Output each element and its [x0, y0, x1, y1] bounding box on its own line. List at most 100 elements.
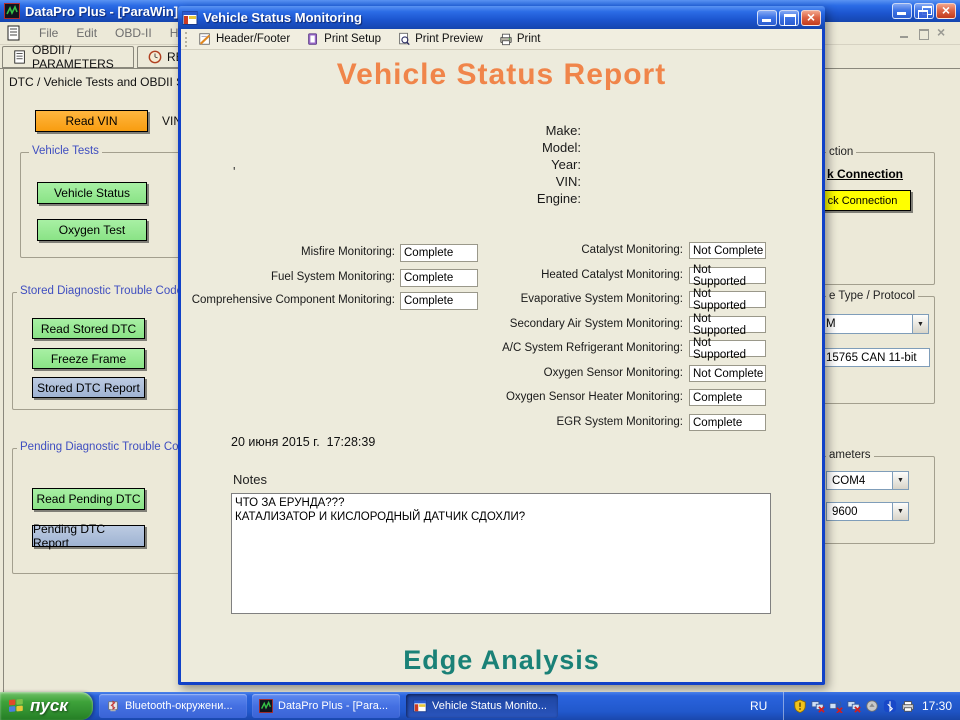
chevron-down-icon[interactable]: ▼	[892, 503, 908, 520]
connection-group-title: ction	[826, 146, 857, 158]
bluetooth-places-icon	[108, 700, 118, 712]
main-close-button[interactable]	[936, 2, 956, 19]
notes-textarea[interactable]: ЧТО ЗА ЕРУНДА??? КАТАЛИЗАТОР И КИСЛОРОДН…	[231, 493, 771, 614]
monitor-row: Heated Catalyst Monitoring: Not Supporte…	[181, 264, 828, 288]
monitor-label: Evaporative System Monitoring:	[520, 293, 683, 305]
vehicle-status-button[interactable]: Vehicle Status	[37, 182, 147, 204]
make-label: Make:	[545, 123, 581, 138]
security-shield-icon[interactable]	[792, 698, 808, 714]
menu-obd2[interactable]: OBD-II	[106, 24, 161, 42]
monitor-value-field[interactable]: Not Supported	[689, 313, 766, 337]
print-preview-icon	[399, 32, 410, 46]
start-label: пуск	[30, 696, 68, 715]
main-window-title: DataPro Plus - [ParaWin]	[25, 3, 179, 19]
chevron-down-icon[interactable]: ▼	[912, 315, 928, 333]
stored-dtc-group-title: Stored Diagnostic Trouble Codes (	[17, 285, 199, 297]
tab-label: OBDII / PARAMETERS	[32, 43, 114, 71]
notes-label: Notes	[233, 472, 267, 487]
dialog-minimize-button[interactable]	[757, 9, 777, 26]
monitor-label: A/C System Refrigerant Monitoring:	[502, 342, 683, 354]
main-restore-button[interactable]	[914, 3, 934, 19]
wireless-disconnected-icon[interactable]	[828, 698, 844, 714]
monitor-label: Heated Catalyst Monitoring:	[541, 269, 683, 281]
print-label: Print	[516, 33, 541, 45]
monitor-value-field[interactable]: Not Supported	[689, 288, 766, 312]
network-disconnected-icon-2[interactable]	[846, 698, 862, 714]
com-port-select[interactable]: COM4 ▼	[826, 471, 909, 490]
removable-device-icon[interactable]	[864, 698, 880, 714]
menu-file[interactable]: File	[30, 24, 67, 42]
baud-rate-value: 9600	[832, 505, 858, 518]
monitor-value-field[interactable]: Complete	[689, 389, 766, 406]
year-label: Year:	[551, 156, 581, 172]
toolbar-drag-handle[interactable]	[185, 31, 188, 47]
oxygen-test-button[interactable]: Oxygen Test	[37, 219, 147, 241]
monitor-value-field[interactable]: Complete	[689, 414, 766, 431]
app-icon	[4, 3, 20, 19]
mdi-minimize-button[interactable]	[899, 29, 910, 38]
tab-obdii-parameters[interactable]: OBDII / PARAMETERS	[2, 43, 134, 71]
report-timestamp: 20 июня 2015 г. 17:28:39	[231, 435, 376, 449]
connection-link[interactable]: k Connection	[827, 167, 903, 181]
taskbar-item-vehicle-status[interactable]: Vehicle Status Monito...	[406, 694, 558, 718]
start-button[interactable]: пуск	[0, 692, 93, 720]
printer-tray-icon[interactable]	[900, 698, 916, 714]
baud-rate-select[interactable]: 9600 ▼	[826, 502, 909, 521]
params-group-title: ameters	[826, 449, 874, 461]
stray-mark: '	[233, 164, 236, 179]
monitor-row: Secondary Air System Monitoring: Not Sup…	[181, 313, 828, 337]
protocol-field[interactable]: 15765 CAN 11-bit	[820, 348, 930, 367]
dialog-titlebar: Vehicle Status Monitoring	[178, 6, 825, 29]
dialog-maximize-button[interactable]	[779, 9, 799, 26]
stored-dtc-report-button[interactable]: Stored DTC Report	[32, 377, 145, 398]
language-indicator[interactable]: RU	[750, 692, 767, 720]
mdi-close-button[interactable]	[937, 24, 948, 40]
read-stored-dtc-button[interactable]: Read Stored DTC	[32, 318, 145, 339]
vehicle-tests-group-title: Vehicle Tests	[29, 145, 102, 157]
protocol-select[interactable]: M ▼	[820, 314, 929, 334]
pending-dtc-report-button[interactable]: Pending DTC Report	[32, 522, 145, 550]
monitor-value-field[interactable]: Not Complete	[689, 242, 766, 259]
report-footer: Edge Analysis	[403, 645, 600, 675]
taskbar-item-label: DataPro Plus - [Para...	[278, 700, 389, 712]
print-preview-label: Print Preview	[415, 33, 483, 45]
monitor-row: Catalyst Monitoring: Not Complete	[181, 242, 828, 262]
dialog-icon	[182, 10, 198, 25]
monitor-value-field[interactable]: Not Supported	[689, 264, 766, 288]
menu-edit[interactable]: Edit	[67, 24, 106, 42]
report-area: Vehicle Status Report ' Make: Model: Yea…	[181, 50, 822, 682]
freeze-frame-button[interactable]: Freeze Frame	[32, 348, 145, 369]
read-vin-button[interactable]: Read VIN	[35, 110, 148, 132]
monitor-row: Oxygen Sensor Heater Monitoring: Complet…	[181, 389, 828, 409]
report-title: Vehicle Status Report	[336, 58, 667, 91]
dialog-close-button[interactable]	[801, 9, 821, 26]
vehicle-fields: Make: Model: Year: VIN: Engine:	[331, 123, 581, 208]
monitor-label: Catalyst Monitoring:	[581, 244, 683, 256]
monitor-value-field[interactable]: Not Complete	[689, 365, 766, 382]
print-setup-label: Print Setup	[324, 33, 382, 45]
monitor-label: EGR System Monitoring:	[556, 416, 683, 428]
header-footer-label: Header/Footer	[216, 33, 291, 45]
bluetooth-icon[interactable]	[882, 698, 898, 714]
print-button[interactable]: Print	[499, 32, 541, 46]
datapro-icon	[259, 699, 273, 713]
taskbar-item-bluetooth[interactable]: Bluetooth-окружени...	[99, 694, 247, 718]
print-preview-button[interactable]: Print Preview	[397, 32, 483, 46]
clock-tab-icon	[148, 50, 162, 64]
print-setup-button[interactable]: Print Setup	[306, 32, 381, 46]
taskbar-item-label: Bluetooth-окружени...	[125, 700, 233, 712]
monitor-label: Oxygen Sensor Monitoring:	[543, 367, 683, 379]
dialog-title: Vehicle Status Monitoring	[203, 10, 362, 25]
model-label: Model:	[541, 139, 581, 155]
chevron-down-icon[interactable]: ▼	[892, 472, 908, 489]
read-pending-dtc-button[interactable]: Read Pending DTC	[32, 488, 145, 510]
main-minimize-button[interactable]	[892, 3, 912, 19]
monitor-value-field[interactable]: Not Supported	[689, 337, 766, 361]
mdi-restore-button[interactable]	[918, 28, 929, 40]
network-disconnected-icon[interactable]	[810, 698, 826, 714]
taskbar-item-datapro[interactable]: DataPro Plus - [Para...	[252, 694, 400, 718]
check-connection-button[interactable]: ck Connection	[814, 190, 911, 211]
com-port-value: COM4	[832, 474, 866, 487]
monitor-label: Oxygen Sensor Heater Monitoring:	[505, 391, 683, 403]
header-footer-button[interactable]: Header/Footer	[198, 32, 290, 46]
